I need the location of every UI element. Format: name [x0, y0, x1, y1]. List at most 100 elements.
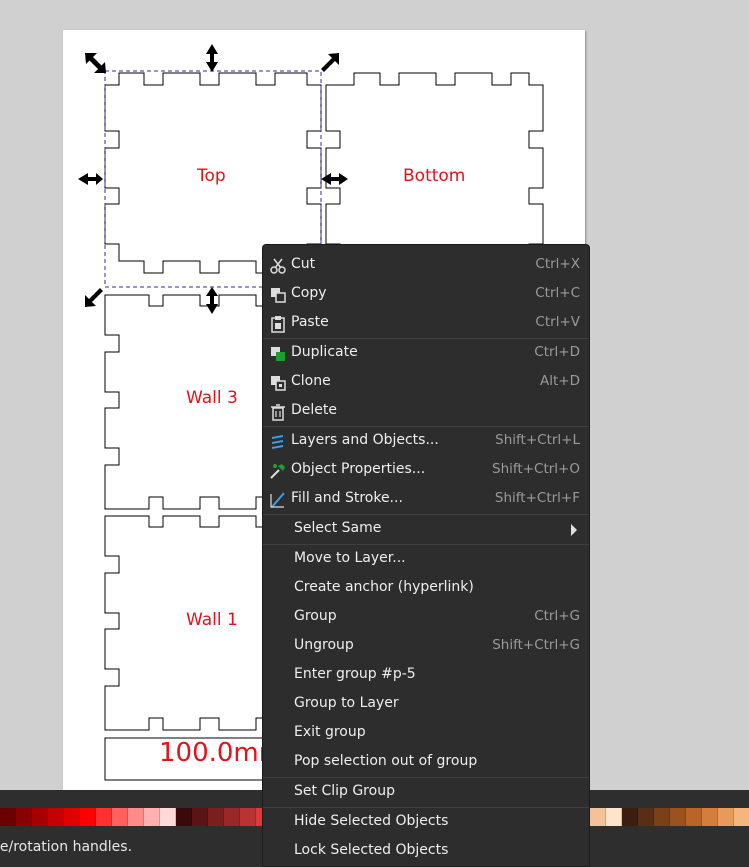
- menu-accelerator: Shift+Ctrl+L: [495, 432, 580, 448]
- menu-item-group-to-layer[interactable]: Group to Layer: [263, 690, 589, 719]
- menu-accelerator: Alt+D: [540, 373, 580, 389]
- menu-item-set-clip-group[interactable]: Set Clip Group: [263, 778, 589, 807]
- menu-item-object-properties[interactable]: Object Properties... Shift+Ctrl+O: [263, 456, 589, 485]
- status-message: le/rotation handles.: [0, 839, 133, 855]
- scale-handle-right[interactable]: [321, 173, 348, 185]
- color-swatch[interactable]: [16, 808, 32, 826]
- menu-item-clone[interactable]: Clone Alt+D: [263, 368, 589, 397]
- label-wall-1: Wall 1: [186, 610, 238, 630]
- menu-label: Ungroup: [294, 637, 354, 653]
- menu-item-delete[interactable]: Delete: [263, 397, 589, 426]
- color-swatch[interactable]: [702, 808, 718, 826]
- color-swatch[interactable]: [670, 808, 686, 826]
- color-swatch[interactable]: [48, 808, 64, 826]
- menu-item-pop-selection[interactable]: Pop selection out of group: [263, 748, 589, 777]
- scale-handle-top-left[interactable]: [85, 53, 106, 73]
- color-swatch[interactable]: [144, 808, 160, 826]
- color-swatch[interactable]: [654, 808, 670, 826]
- color-swatch[interactable]: [128, 808, 144, 826]
- label-bottom: Bottom: [403, 166, 466, 186]
- color-swatch[interactable]: [160, 808, 176, 826]
- submenu-arrow-icon: [571, 524, 577, 536]
- color-swatch[interactable]: [686, 808, 702, 826]
- scale-handle-top-right[interactable]: [321, 53, 339, 72]
- menu-label: Paste: [291, 314, 329, 330]
- color-swatch[interactable]: [64, 808, 80, 826]
- menu-label: Layers and Objects...: [291, 432, 439, 448]
- menu-label: Pop selection out of group: [294, 753, 478, 769]
- menu-accelerator: Shift+Ctrl+G: [492, 637, 580, 653]
- color-swatch[interactable]: [176, 808, 192, 826]
- menu-item-fill-and-stroke[interactable]: Fill and Stroke... Shift+Ctrl+F: [263, 485, 589, 514]
- menu-item-paste[interactable]: Paste Ctrl+V: [263, 309, 589, 338]
- scissors-icon: [270, 258, 286, 274]
- menu-label: Object Properties...: [291, 461, 426, 477]
- color-swatch[interactable]: [112, 808, 128, 826]
- palette-swatches-right[interactable]: [590, 808, 749, 826]
- menu-label: Create anchor (hyperlink): [294, 579, 474, 595]
- menu-accelerator: Ctrl+G: [534, 608, 580, 624]
- menu-label: Lock Selected Objects: [294, 842, 449, 858]
- label-wall-3: Wall 3: [186, 388, 238, 408]
- menu-label: Duplicate: [291, 344, 358, 360]
- menu-item-cut[interactable]: Cut Ctrl+X: [263, 251, 589, 280]
- menu-item-select-same[interactable]: Select Same: [263, 515, 589, 544]
- menu-item-group[interactable]: Group Ctrl+G: [263, 603, 589, 632]
- menu-item-layers-and-objects[interactable]: Layers and Objects... Shift+Ctrl+L: [263, 427, 589, 456]
- menu-label: Delete: [291, 402, 337, 418]
- menu-label: Fill and Stroke...: [291, 490, 403, 506]
- menu-label: Select Same: [294, 520, 382, 536]
- scale-handle-left[interactable]: [78, 173, 103, 185]
- color-swatch[interactable]: [32, 808, 48, 826]
- color-swatch[interactable]: [638, 808, 654, 826]
- menu-accelerator: Ctrl+V: [535, 314, 580, 330]
- menu-item-hide-selected[interactable]: Hide Selected Objects: [263, 808, 589, 837]
- menu-accelerator: Ctrl+C: [535, 285, 580, 301]
- color-swatch[interactable]: [208, 808, 224, 826]
- menu-item-duplicate[interactable]: Duplicate Ctrl+D: [263, 339, 589, 368]
- copy-icon: [271, 288, 286, 303]
- scale-handle-bottom-left[interactable]: [85, 288, 103, 307]
- menu-accelerator: Shift+Ctrl+F: [494, 490, 580, 506]
- trash-icon: [271, 404, 285, 421]
- menu-label: Exit group: [294, 724, 366, 740]
- scale-handle-bottom[interactable]: [206, 287, 218, 314]
- layers-icon: [272, 435, 283, 449]
- color-swatch[interactable]: [606, 808, 622, 826]
- color-swatch[interactable]: [80, 808, 96, 826]
- menu-label: Enter group #p-5: [294, 666, 416, 682]
- color-swatch[interactable]: [96, 808, 112, 826]
- menu-item-copy[interactable]: Copy Ctrl+C: [263, 280, 589, 309]
- duplicate-icon: [271, 347, 285, 361]
- clone-icon: [271, 376, 286, 391]
- object-properties-icon: [270, 464, 285, 479]
- color-swatch[interactable]: [718, 808, 734, 826]
- label-top: Top: [197, 166, 226, 186]
- menu-item-exit-group[interactable]: Exit group: [263, 719, 589, 748]
- menu-label: Copy: [291, 285, 327, 301]
- color-swatch[interactable]: [224, 808, 240, 826]
- menu-accelerator: Ctrl+X: [535, 256, 580, 272]
- color-swatch[interactable]: [590, 808, 606, 826]
- color-swatch[interactable]: [240, 808, 256, 826]
- menu-item-lock-selected[interactable]: Lock Selected Objects: [263, 837, 589, 866]
- paste-icon: [271, 316, 285, 333]
- menu-label: Hide Selected Objects: [294, 813, 449, 829]
- menu-item-ungroup[interactable]: Ungroup Shift+Ctrl+G: [263, 632, 589, 661]
- color-swatch[interactable]: [734, 808, 749, 826]
- scale-handle-top[interactable]: [206, 44, 218, 72]
- color-swatch[interactable]: [0, 808, 16, 826]
- menu-item-create-anchor[interactable]: Create anchor (hyperlink): [263, 574, 589, 603]
- menu-label: Group: [294, 608, 337, 624]
- menu-accelerator: Ctrl+D: [534, 344, 580, 360]
- context-menu[interactable]: Cut Ctrl+X Copy Ctrl+C Paste Ctrl+V Dupl…: [262, 244, 590, 867]
- menu-item-move-to-layer[interactable]: Move to Layer...: [263, 545, 589, 574]
- palette-swatches-left[interactable]: [0, 808, 272, 826]
- color-swatch[interactable]: [622, 808, 638, 826]
- color-swatch[interactable]: [192, 808, 208, 826]
- menu-label: Group to Layer: [294, 695, 399, 711]
- menu-item-enter-group[interactable]: Enter group #p-5: [263, 661, 589, 690]
- menu-accelerator: Shift+Ctrl+O: [492, 461, 580, 477]
- fill-and-stroke-icon: [270, 492, 285, 508]
- menu-label: Set Clip Group: [294, 783, 395, 799]
